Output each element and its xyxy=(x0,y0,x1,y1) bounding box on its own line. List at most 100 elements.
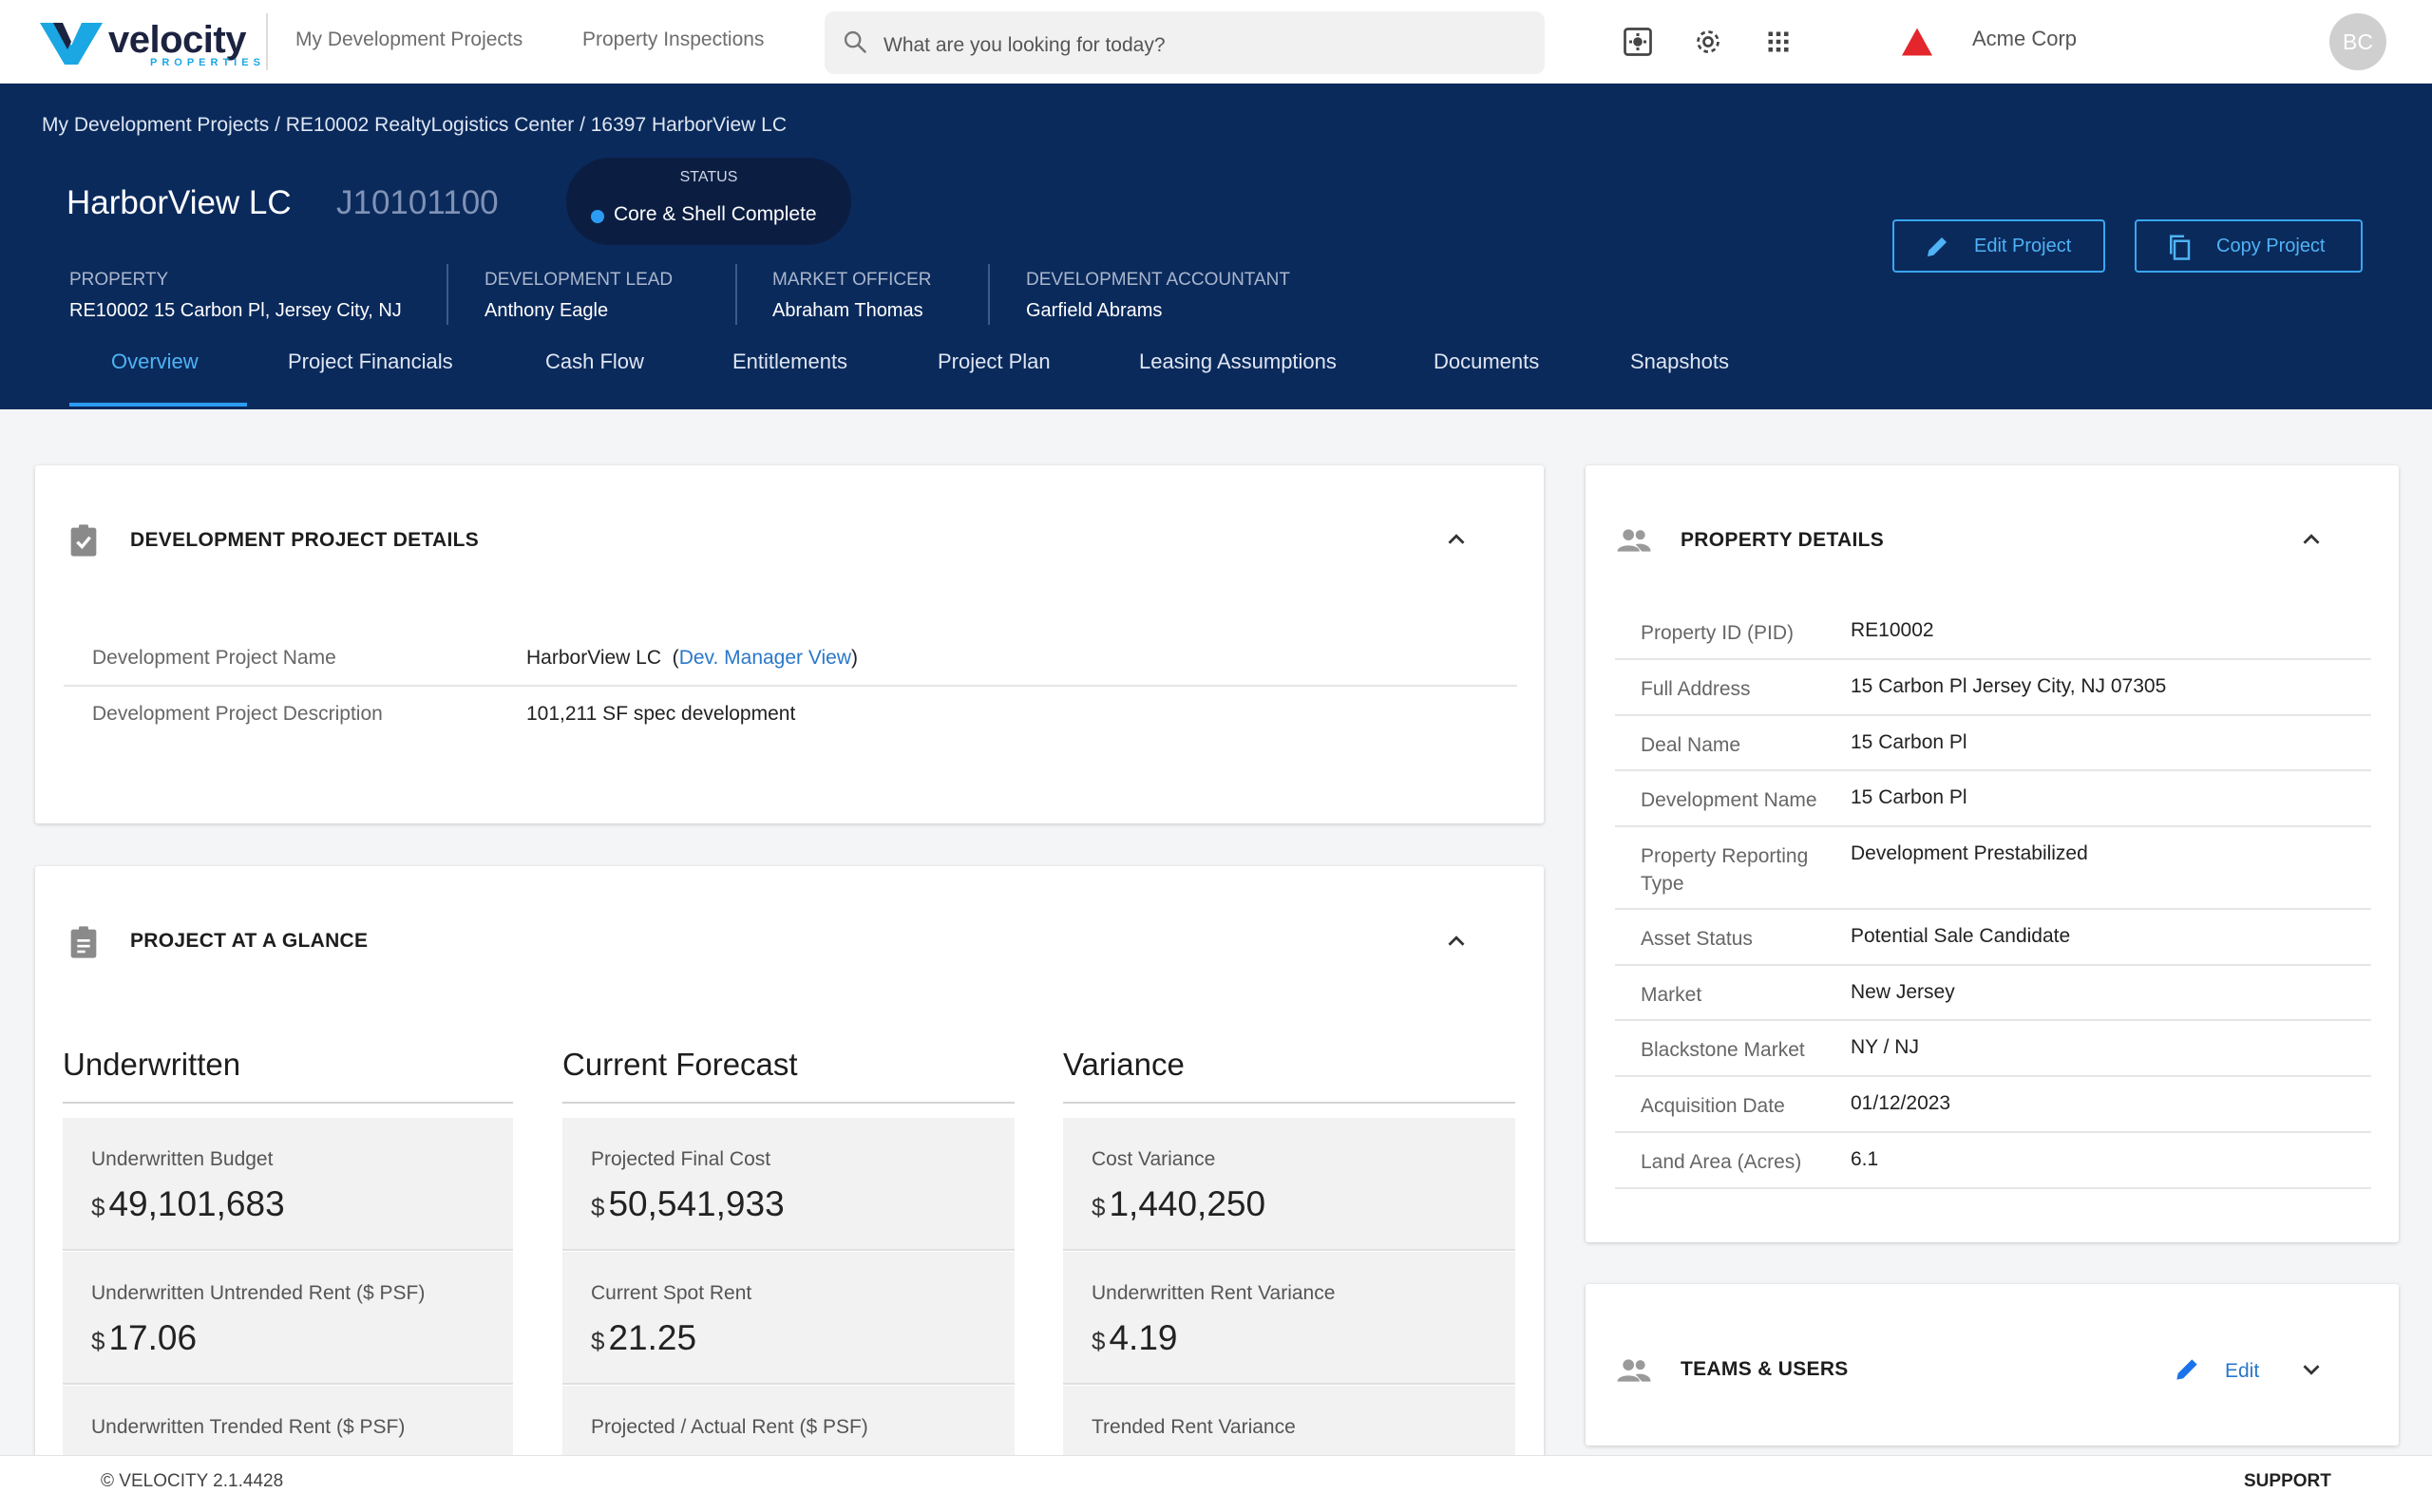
alert-triangle-icon[interactable] xyxy=(1900,27,1934,57)
teams-edit-button[interactable]: Edit xyxy=(2225,1360,2259,1383)
property-label: Deal Name xyxy=(1641,734,1741,756)
meta-development-accountant: DEVELOPMENT ACCOUNTANT Garfield Abrams xyxy=(1026,270,1290,322)
status-badge: STATUS Core & Shell Complete xyxy=(566,158,851,245)
meta-value: RE10002 15 Carbon Pl, Jersey City, NJ xyxy=(69,300,402,321)
metric-value: $17.06 xyxy=(91,1318,197,1358)
property-label: Acquisition Date xyxy=(1641,1095,1785,1117)
currency-symbol: $ xyxy=(591,1327,605,1355)
meta-property: PROPERTY RE10002 15 Carbon Pl, Jersey Ci… xyxy=(69,270,402,322)
detail-row: Development Project Description 101,211 … xyxy=(64,688,1517,743)
property-label: Property Reporting Type xyxy=(1641,845,1809,895)
property-value: RE10002 xyxy=(1851,619,1934,641)
metric-projected-final-cost: Projected Final Cost $50,541,933 xyxy=(562,1118,1015,1251)
meta-value: Garfield Abrams xyxy=(1026,300,1163,321)
search-bar[interactable]: What are you looking for today? xyxy=(825,11,1545,74)
metric-label: Current Spot Rent xyxy=(591,1282,752,1304)
property-value: 15 Carbon Pl xyxy=(1851,786,1967,808)
footer: © VELOCITY 2.1.4428 SUPPORT xyxy=(0,1455,2432,1512)
meta-development-lead: DEVELOPMENT LEAD Anthony Eagle xyxy=(484,270,673,322)
status-dot-icon xyxy=(591,210,604,223)
currency-symbol: $ xyxy=(591,1193,605,1221)
meta-divider xyxy=(735,264,737,325)
apps-grid-icon[interactable] xyxy=(1761,25,1796,59)
tab-project-financials[interactable]: Project Financials xyxy=(288,346,453,409)
property-value: 6.1 xyxy=(1851,1148,1879,1170)
search-input[interactable]: What are you looking for today? xyxy=(884,34,1166,57)
project-header: My Development Projects / RE10002 Realty… xyxy=(0,84,2432,409)
tab-project-plan[interactable]: Project Plan xyxy=(938,346,1051,409)
status-label: STATUS xyxy=(679,169,738,185)
nav-property-inspections[interactable]: Property Inspections xyxy=(582,28,764,51)
breadcrumb[interactable]: My Development Projects / RE10002 Realty… xyxy=(42,114,787,137)
detail-row: Development Project Name HarborView LC (… xyxy=(64,632,1517,687)
edit-project-button[interactable]: Edit Project xyxy=(1892,219,2105,273)
card-title: DEVELOPMENT PROJECT DETAILS xyxy=(130,529,480,551)
metric-label: Underwritten Untrended Rent ($ PSF) xyxy=(91,1282,426,1304)
pencil-icon xyxy=(1928,237,1947,256)
tab-documents[interactable]: Documents xyxy=(1434,346,1539,409)
metric-number: 50,541,933 xyxy=(608,1184,785,1223)
metric-value: $1,440,250 xyxy=(1092,1184,1265,1224)
pencil-icon[interactable] xyxy=(2172,1354,2202,1385)
search-icon xyxy=(844,30,866,53)
metric-label: Trended Rent Variance xyxy=(1092,1416,1296,1438)
meta-divider xyxy=(446,264,448,325)
velocity-logo[interactable]: velocity PROPERTIES xyxy=(40,17,260,68)
metric-value: $21.25 xyxy=(591,1318,696,1358)
tab-leasing-assumptions[interactable]: Leasing Assumptions xyxy=(1139,346,1337,409)
meta-label: PROPERTY xyxy=(69,270,169,290)
copy-project-button[interactable]: Copy Project xyxy=(2135,219,2363,273)
currency-symbol: $ xyxy=(1092,1327,1106,1355)
metric-label: Underwritten Rent Variance xyxy=(1092,1282,1336,1304)
column-heading-variance: Variance xyxy=(1063,1047,1185,1082)
card-title: PROPERTY DETAILS xyxy=(1681,529,1885,551)
project-code: J10101100 xyxy=(336,184,499,221)
tab-snapshots[interactable]: Snapshots xyxy=(1630,346,1729,409)
metric-number: 4.19 xyxy=(1109,1318,1178,1357)
admin-panel-icon[interactable] xyxy=(1621,25,1655,59)
detail-value: HarborView LC (Dev. Manager View) xyxy=(526,647,858,669)
property-value: NY / NJ xyxy=(1851,1036,1919,1058)
chevron-up-icon[interactable] xyxy=(2297,525,2326,554)
metric-underwritten-untrended-rent: Underwritten Untrended Rent ($ PSF) $17.… xyxy=(63,1252,513,1385)
metric-value: $50,541,933 xyxy=(591,1184,785,1224)
nav-my-development-projects[interactable]: My Development Projects xyxy=(295,28,522,51)
footer-copyright: © VELOCITY 2.1.4428 xyxy=(101,1471,284,1491)
property-value: 01/12/2023 xyxy=(1851,1092,1951,1114)
currency-symbol: $ xyxy=(91,1193,105,1221)
support-link[interactable]: SUPPORT xyxy=(2244,1471,2331,1492)
property-label: Property ID (PID) xyxy=(1641,622,1795,644)
property-label: Development Name xyxy=(1641,789,1817,811)
property-row: Property ID (PID) RE10002 xyxy=(1615,604,2371,660)
metric-value: $4.19 xyxy=(1092,1318,1177,1358)
metric-value: $49,101,683 xyxy=(91,1184,285,1224)
avatar[interactable]: BC xyxy=(2329,13,2386,70)
meta-value: Anthony Eagle xyxy=(484,300,609,321)
top-divider xyxy=(266,13,268,70)
organization-name[interactable]: Acme Corp xyxy=(1972,27,2077,51)
chevron-down-icon[interactable] xyxy=(2297,1355,2326,1384)
tab-entitlements[interactable]: Entitlements xyxy=(732,346,847,409)
edit-project-label: Edit Project xyxy=(1974,236,2072,256)
logo-wordmark: velocity xyxy=(108,19,246,61)
meta-value: Abraham Thomas xyxy=(772,300,923,321)
property-row: Development Name 15 Carbon Pl xyxy=(1615,771,2371,827)
dev-manager-view-link[interactable]: Dev. Manager View xyxy=(679,647,851,669)
tab-overview[interactable]: Overview xyxy=(111,346,199,409)
metric-number: 1,440,250 xyxy=(1109,1184,1266,1223)
property-label: Asset Status xyxy=(1641,928,1753,950)
meta-label: MARKET OFFICER xyxy=(772,270,932,290)
property-value: Potential Sale Candidate xyxy=(1851,925,2071,947)
detail-label: Development Project Name xyxy=(92,647,336,669)
tab-cash-flow[interactable]: Cash Flow xyxy=(545,346,644,409)
metric-label: Projected Final Cost xyxy=(591,1148,771,1170)
property-row: Acquisition Date 01/12/2023 xyxy=(1615,1077,2371,1133)
metric-number: 17.06 xyxy=(108,1318,198,1357)
property-row: Blackstone Market NY / NJ xyxy=(1615,1021,2371,1077)
gear-icon[interactable] xyxy=(1691,25,1725,59)
column-divider xyxy=(63,1102,513,1104)
chevron-up-icon[interactable] xyxy=(1442,525,1471,554)
chevron-up-icon[interactable] xyxy=(1442,927,1471,955)
metric-underwritten-rent-variance: Underwritten Rent Variance $4.19 xyxy=(1063,1252,1515,1385)
property-row: Deal Name 15 Carbon Pl xyxy=(1615,716,2371,771)
